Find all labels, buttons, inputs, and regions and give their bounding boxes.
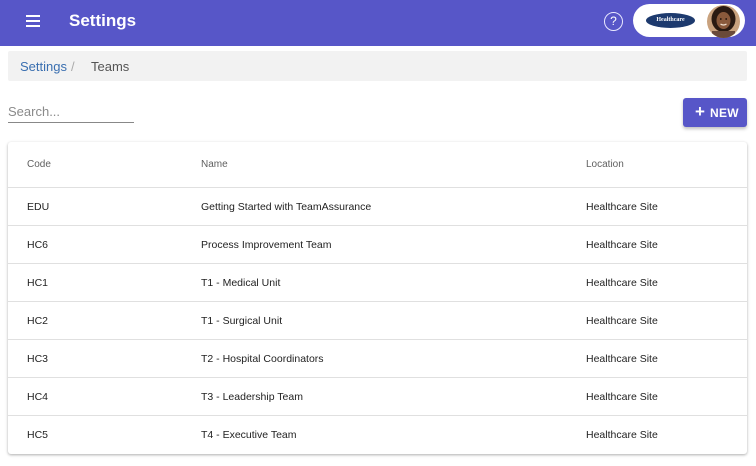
cell-code: HC1	[27, 277, 49, 289]
account-menu[interactable]: Healthcare	[633, 4, 745, 38]
cell-location: Healthcare Site	[586, 391, 658, 403]
teams-table: Code Name Location EDU Getting Started w…	[8, 142, 747, 454]
new-button-label: NEW	[710, 106, 739, 120]
table-row[interactable]: HC2 T1 - Surgical Unit Healthcare Site	[8, 302, 747, 340]
help-icon[interactable]: ?	[604, 12, 623, 31]
breadcrumb-current-teams: Teams	[91, 59, 130, 74]
cell-code: HC6	[27, 239, 49, 251]
cell-location: Healthcare Site	[586, 353, 658, 365]
new-team-button[interactable]: + NEW	[683, 98, 747, 127]
table-row[interactable]: EDU Getting Started with TeamAssurance H…	[8, 188, 747, 226]
table-row[interactable]: HC5 T4 - Executive Team Healthcare Site	[8, 416, 747, 454]
breadcrumb: Settings / Teams	[8, 51, 747, 81]
table-row[interactable]: HC6 Process Improvement Team Healthcare …	[8, 226, 747, 264]
cell-name: T1 - Medical Unit	[201, 277, 281, 289]
cell-location: Healthcare Site	[586, 315, 658, 327]
column-header-location[interactable]: Location	[586, 159, 624, 170]
cell-location: Healthcare Site	[586, 277, 658, 289]
plus-icon: +	[695, 102, 705, 121]
cell-name: T3 - Leadership Team	[201, 391, 303, 403]
cell-name: Getting Started with TeamAssurance	[201, 201, 372, 213]
breadcrumb-separator: /	[71, 59, 75, 74]
column-header-code[interactable]: Code	[27, 159, 51, 170]
table-row[interactable]: HC1 T1 - Medical Unit Healthcare Site	[8, 264, 747, 302]
breadcrumb-link-settings[interactable]: Settings	[20, 59, 67, 74]
organization-logo: Healthcare	[646, 13, 695, 28]
cell-name: T4 - Executive Team	[201, 429, 297, 441]
hamburger-menu-icon[interactable]	[24, 13, 44, 33]
table-header: Code Name Location	[8, 142, 747, 188]
cell-name: Process Improvement Team	[201, 239, 332, 251]
page-title: Settings	[69, 11, 137, 30]
table-row[interactable]: HC4 T3 - Leadership Team Healthcare Site	[8, 378, 747, 416]
cell-location: Healthcare Site	[586, 429, 658, 441]
avatar[interactable]	[707, 5, 740, 38]
table-row[interactable]: HC3 T2 - Hospital Coordinators Healthcar…	[8, 340, 747, 378]
cell-location: Healthcare Site	[586, 239, 658, 251]
cell-code: HC3	[27, 353, 49, 365]
search-input[interactable]	[8, 100, 134, 122]
cell-code: EDU	[27, 201, 50, 213]
cell-code: HC5	[27, 429, 49, 441]
table-body: EDU Getting Started with TeamAssurance H…	[8, 188, 747, 454]
search-field	[8, 100, 134, 123]
app-bar: Settings ? Healthcare	[0, 0, 756, 46]
cell-name: T2 - Hospital Coordinators	[201, 353, 324, 365]
cell-code: HC4	[27, 391, 49, 403]
column-header-name[interactable]: Name	[201, 159, 228, 170]
cell-code: HC2	[27, 315, 49, 327]
cell-name: T1 - Surgical Unit	[201, 315, 283, 327]
cell-location: Healthcare Site	[586, 201, 658, 213]
